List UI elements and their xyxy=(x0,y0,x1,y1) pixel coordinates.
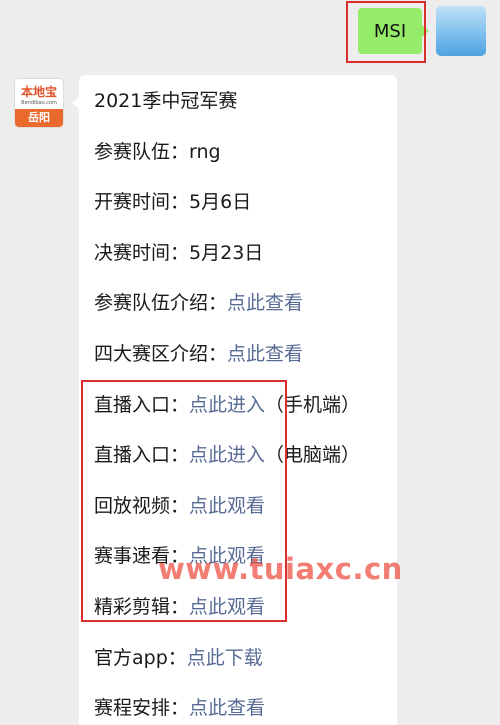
avatar-city-label: 岳阳 xyxy=(15,109,63,127)
outgoing-bubble-tail xyxy=(422,25,429,37)
item-value: 5月6日 xyxy=(189,191,252,213)
replay-link[interactable]: 点此观看 xyxy=(189,495,265,517)
bot-avatar[interactable]: 本地宝 Bendibao.com 岳阳 xyxy=(14,78,64,128)
item-label: 四大赛区介绍： xyxy=(94,343,228,365)
outgoing-message-text: MSI xyxy=(373,20,407,42)
list-item: 四大赛区介绍：点此查看 xyxy=(94,341,303,367)
item-value: rng xyxy=(189,141,221,163)
item-label: 决赛时间： xyxy=(94,242,190,264)
team-intro-link[interactable]: 点此查看 xyxy=(227,292,303,314)
avatar-brand-text: 本地宝 xyxy=(20,85,57,99)
list-item: 赛程安排：点此查看 xyxy=(94,695,265,721)
list-item: 参赛队伍：rng xyxy=(94,139,221,165)
watermark-text: www.tuiaxc.cn xyxy=(158,552,403,586)
incoming-bubble-tail xyxy=(72,96,80,110)
live-pc-link[interactable]: 点此进入 xyxy=(189,444,265,466)
list-item: 开赛时间：5月6日 xyxy=(94,189,251,215)
item-label: 回放视频： xyxy=(94,495,190,517)
highlights-link[interactable]: 点此观看 xyxy=(189,596,265,618)
item-label: 参赛队伍介绍： xyxy=(94,292,228,314)
list-item: 回放视频：点此观看 xyxy=(94,493,265,519)
item-label: 参赛队伍： xyxy=(94,141,190,163)
message-title: 2021季中冠军赛 xyxy=(94,90,238,112)
item-label: 官方app： xyxy=(94,647,187,669)
schedule-link[interactable]: 点此查看 xyxy=(189,697,265,719)
avatar-site-text: Bendibao.com xyxy=(21,100,57,106)
user-avatar[interactable] xyxy=(436,6,486,56)
item-value: 5月23日 xyxy=(189,242,264,264)
list-item: 参赛队伍介绍：点此查看 xyxy=(94,290,303,316)
list-item: 决赛时间：5月23日 xyxy=(94,240,263,266)
item-suffix: （电脑端） xyxy=(265,444,361,466)
region-intro-link[interactable]: 点此查看 xyxy=(227,343,303,365)
list-item: 直播入口：点此进入（手机端） xyxy=(94,392,360,418)
list-item: 直播入口：点此进入（电脑端） xyxy=(94,442,360,468)
item-label: 开赛时间： xyxy=(94,191,190,213)
app-download-link[interactable]: 点此下载 xyxy=(187,647,263,669)
list-item: 官方app：点此下载 xyxy=(94,645,263,671)
item-label: 直播入口： xyxy=(94,444,190,466)
live-mobile-link[interactable]: 点此进入 xyxy=(189,394,265,416)
item-label: 赛程安排： xyxy=(94,697,190,719)
outgoing-message-bubble[interactable]: MSI xyxy=(358,8,422,54)
item-label: 精彩剪辑： xyxy=(94,596,190,618)
item-suffix: （手机端） xyxy=(265,394,361,416)
item-label: 直播入口： xyxy=(94,394,190,416)
list-item: 精彩剪辑：点此观看 xyxy=(94,594,265,620)
